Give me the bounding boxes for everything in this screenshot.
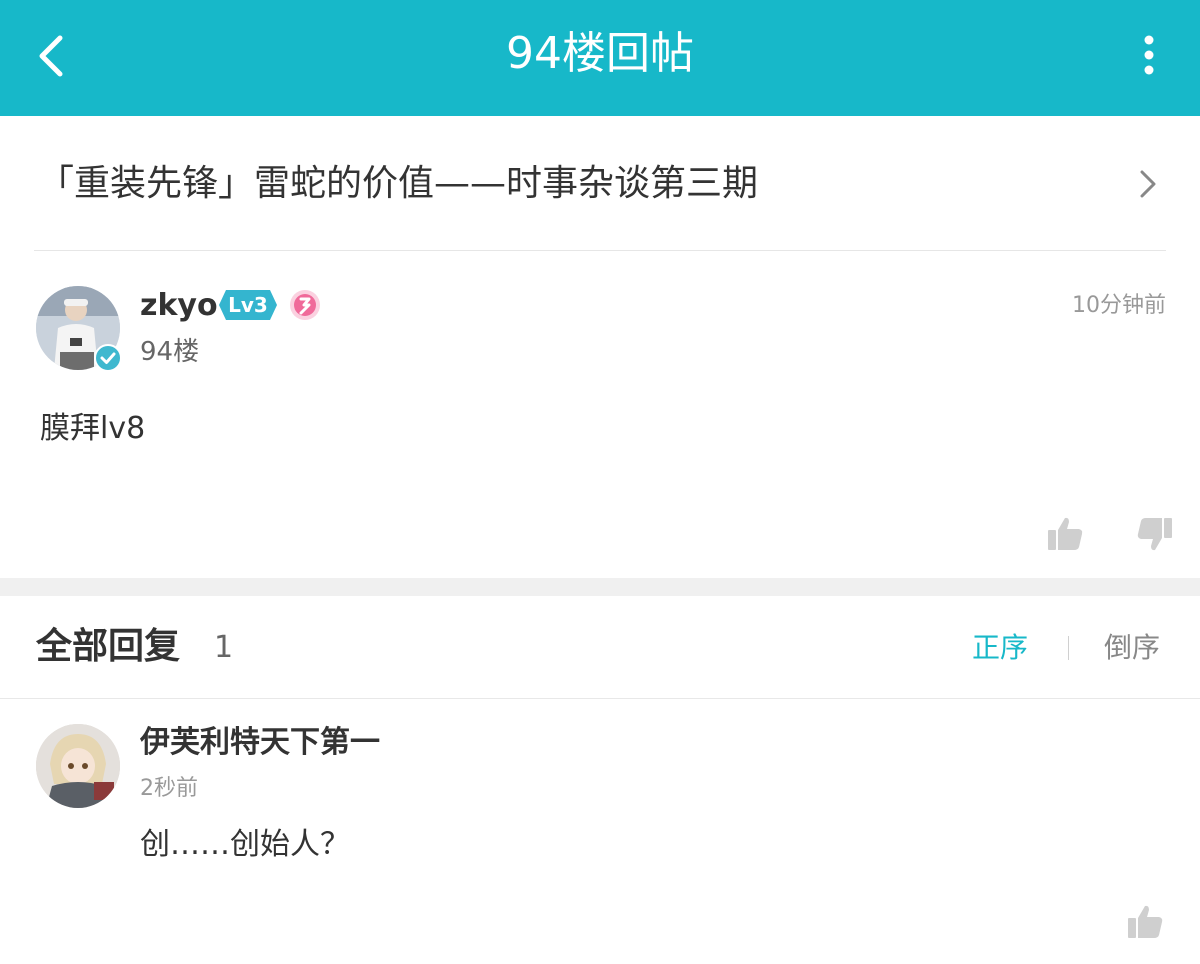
- post-content: 膜拜lv8: [40, 411, 146, 446]
- level-text: Lv3: [228, 293, 268, 317]
- sort-descending-button[interactable]: 倒序: [1104, 628, 1160, 668]
- replies-heading: 全部回复: [36, 626, 181, 667]
- sort-ascending-button[interactable]: 正序: [972, 628, 1028, 668]
- replies-count: 1: [214, 630, 234, 665]
- thread-link[interactable]: 「重装先锋」雷蛇的价值——时事杂谈第三期: [34, 116, 1166, 251]
- reply-author-avatar[interactable]: [36, 724, 120, 808]
- thumbs-down-icon[interactable]: [1136, 516, 1174, 554]
- reply-thumbs-up-icon[interactable]: [1126, 902, 1164, 940]
- reply-content: 创……创始人？: [140, 827, 350, 862]
- level-badge: Lv3: [218, 289, 278, 321]
- replies-header: 全部回复 1 正序 倒序: [0, 596, 1200, 699]
- section-divider: [0, 578, 1200, 596]
- thread-title: 「重装先锋」雷蛇的价值——时事杂谈第三期: [38, 163, 759, 204]
- post-author-name[interactable]: zkyo: [140, 286, 218, 326]
- post-time: 10分钟前: [1072, 293, 1166, 318]
- medal-icon: [290, 290, 320, 320]
- chevron-right-icon: [1140, 170, 1156, 198]
- sort-separator: [1068, 636, 1069, 660]
- reply-time: 2秒前: [140, 776, 198, 801]
- top-bar: 94楼回帖: [0, 0, 1200, 116]
- reply-author-name[interactable]: 伊芙利特天下第一: [140, 722, 380, 764]
- page-title: 94楼回帖: [506, 28, 694, 79]
- floor-number: 94楼: [140, 337, 200, 367]
- verified-badge-icon: [94, 344, 122, 372]
- more-vertical-icon[interactable]: [1134, 30, 1164, 80]
- thumbs-up-icon[interactable]: [1046, 514, 1084, 552]
- avatar-anime-icon: [36, 724, 120, 808]
